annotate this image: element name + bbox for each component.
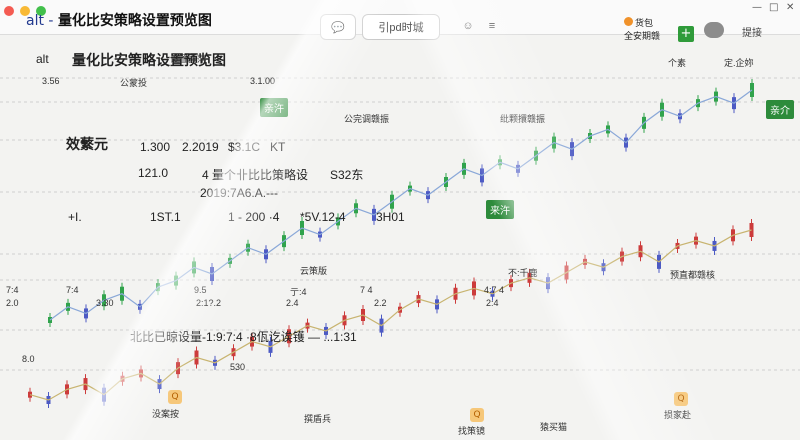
bottom-heading: 北比已晾设量-1:9:7:4 ·8佤讫诶镬 — ...1:31 — [130, 330, 357, 344]
row1-1: 1.300 — [140, 140, 171, 154]
menu-button[interactable]: ≡ — [482, 14, 502, 38]
candlestick-chart — [0, 77, 800, 408]
bottom-label-2: 530 — [230, 362, 246, 372]
top-right-button[interactable]: 提接 — [742, 24, 788, 39]
row2-2: 4 量个卝比比策略设 — [202, 168, 309, 182]
row3: 2019:7A6.A.--- — [200, 186, 279, 200]
annotation-3: 云策版 — [300, 266, 328, 276]
row1-4: KT — [270, 140, 286, 154]
bottom-label-1: 8.0 — [22, 354, 35, 364]
avatar[interactable] — [704, 22, 724, 38]
row4-4: *5V.12-4 — [300, 210, 346, 224]
header-subtitle: 设置贡萍 — [170, 54, 207, 64]
top-label-3: 3.1.00 — [250, 76, 276, 86]
row-b-3: 2:1?.2 — [196, 298, 222, 308]
row-a-2: 7:4 — [66, 285, 79, 295]
annotation-4: 预直都赣核 — [670, 270, 716, 280]
close-icon[interactable]: ✕ — [786, 2, 794, 13]
bottom-label-6: 撰盾兵 — [304, 414, 332, 424]
row4-3: 1 - 200 ·4 — [228, 210, 280, 224]
row-b-4: 2.4 — [286, 298, 299, 308]
row-b-6: 2:4 — [486, 298, 499, 308]
top-label-4: 个素 — [668, 58, 687, 68]
bottom-label-4: 找策镜 — [458, 426, 486, 436]
face-button[interactable]: ☺ — [458, 14, 478, 38]
tag-3: 亲介 — [766, 100, 794, 119]
bottom-label-5: 损家赴 — [664, 410, 692, 420]
moving-average-1 — [29, 229, 752, 401]
row1-2: 2.2019 — [182, 140, 219, 154]
top-label-1: 3.56 — [42, 76, 60, 86]
dot-icon — [624, 17, 633, 26]
row-a-5: 7 4 — [360, 285, 373, 295]
row-a-1: 7:4 — [6, 285, 19, 295]
minimize-icon[interactable]: — — [752, 2, 762, 13]
row2-3: S32东 — [330, 168, 364, 182]
annotation-1: 公完调赣振 — [344, 114, 390, 124]
row4-5: 3H01 — [376, 210, 405, 224]
chart-area: alt 量化比安策略设置预览图 设置贡萍 3.56 公蒙投 3.1.00 个素 … — [0, 40, 800, 440]
tag-1: 亲汻 — [260, 98, 288, 117]
title-bar: alt - 量化比安策略设置预览图 💬 引pd时城 ☺ ≡ — □ ✕ 货包 全安… — [0, 0, 800, 42]
top-label-5: 定.企妳 — [724, 58, 754, 68]
search-button[interactable]: 引pd时城 — [362, 14, 440, 40]
row-b-2: 3.30 — [96, 298, 114, 308]
row-a-6: 4:7 4 — [484, 285, 505, 295]
tag-2: 来汻 — [486, 200, 514, 219]
section-title: 效蘩元 — [66, 136, 108, 152]
annotation-5: 不:千鹿 — [508, 268, 538, 278]
chat-icon: 💬 — [331, 21, 345, 34]
strategy-icon-2[interactable]: Q — [470, 408, 484, 422]
window-title: alt - 量化比安策略设置预览图 — [26, 13, 212, 29]
brand-logo: 货包 全安期赣 — [624, 17, 661, 41]
row2-1: 121.0 — [138, 166, 169, 180]
row1-3: $3.1C — [228, 140, 261, 154]
bottom-label-3: 没案按 — [152, 409, 180, 419]
annotation-2: 纰颗擐赣振 — [500, 114, 546, 124]
top-label-2: 公蒙投 — [120, 78, 148, 88]
maximize-icon[interactable]: □ — [769, 2, 778, 13]
moving-average-0 — [49, 89, 753, 321]
row4-1: +I. — [68, 210, 82, 224]
header-app: alt — [36, 52, 49, 66]
row-b-5: 2.2 — [374, 298, 387, 308]
bottom-label-7: 猿买猫 — [540, 422, 568, 432]
strategy-icon-3[interactable]: Q — [674, 392, 688, 406]
strategy-icon-1[interactable]: Q — [168, 390, 182, 404]
row-b-1: 2.0 — [6, 298, 19, 308]
row4-2: 1ST.1 — [150, 210, 181, 224]
row-a-3: 9.5 — [194, 285, 207, 295]
close-window-button[interactable] — [4, 6, 14, 16]
chat-button[interactable]: 💬 — [320, 14, 356, 40]
row-a-4: 亍:4 — [290, 287, 307, 297]
